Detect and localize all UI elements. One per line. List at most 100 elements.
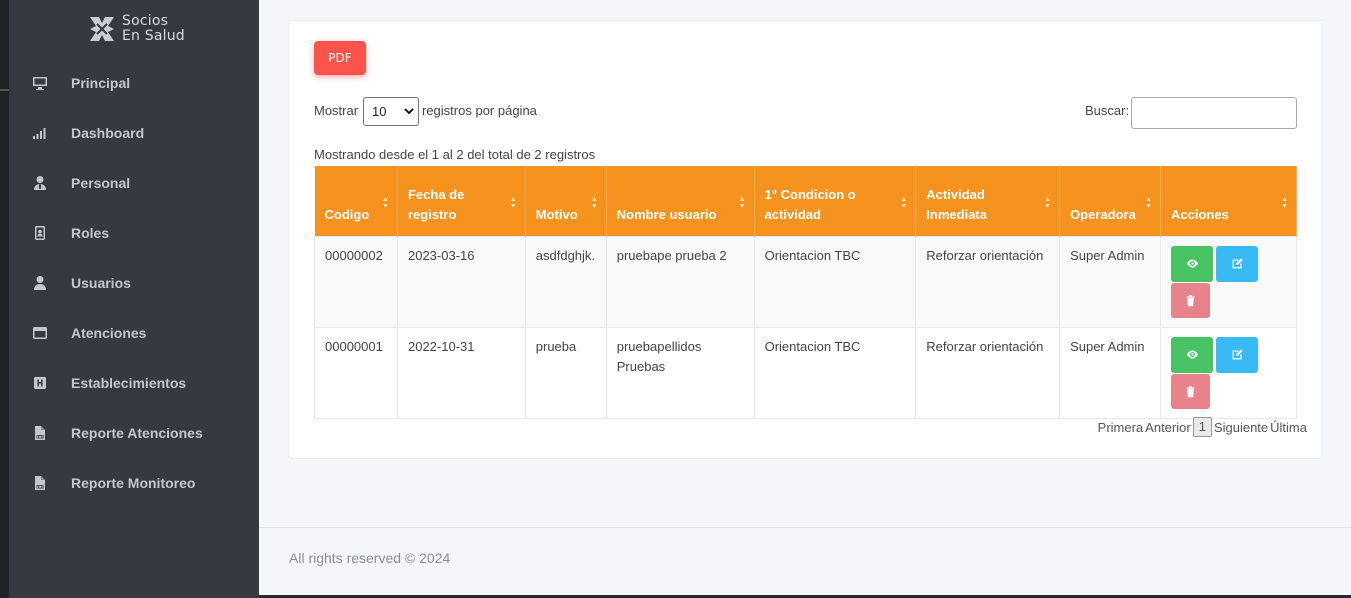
sort-icon: ▲ ▼ [590,196,598,210]
cell-actividad: Reforzar orientación [915,235,1061,328]
sidebar-item-label: Principal [71,75,131,91]
brand-logo-icon [90,17,114,41]
col-header-label: Nombre usuario [616,206,717,222]
user-icon [31,274,49,292]
desktop-icon [31,74,49,92]
table-info: Mostrando desde el 1 al 2 del total de 2… [314,147,596,162]
sidebar-item-dashboard[interactable]: Dashboard [9,113,259,153]
sidebar-item-label: Reporte Monitoreo [71,475,196,491]
cell-condicion: Orientacion TBC [753,235,917,328]
window-icon [31,324,49,342]
col-header-label: Actividad Inmediata [926,186,987,222]
brand[interactable]: Socios En Salud [88,11,208,47]
sidebar-item-label: Roles [71,225,110,241]
length-suffix-label: registros por página [422,103,537,118]
sort-icon: ▲ ▼ [1281,196,1288,210]
sidebar-item-personal[interactable]: Personal [9,163,259,203]
sort-icon: ▲ ▼ [382,196,389,210]
sidebar-item-reporte-monitoreo[interactable]: Reporte Monitoreo [9,463,259,503]
delete-button[interactable] [1171,282,1210,318]
delete-button[interactable] [1171,373,1210,409]
sort-icon: ▲ ▼ [738,196,746,210]
signal-icon [31,124,49,142]
cell-nombre: pruebapellidos Pruebas [605,326,755,419]
table-header-row: Codigo ▲ ▼ Fecha de registro ▲ ▼ Motivo ▲ ▼ No… [314,166,1297,236]
col-header-codigo[interactable]: Codigo ▲ ▼ [314,166,398,236]
brand-text: Socios En Salud [122,14,185,44]
col-header-condicion[interactable]: 1° Condicion o actividad ▲ ▼ [754,166,917,236]
file-pdf-icon [31,474,49,492]
cell-acciones [1160,235,1297,328]
col-header-nombre[interactable]: Nombre usuario ▲ ▼ [606,166,755,236]
sidebar-item-roles[interactable]: Roles [9,213,259,253]
page-length-value: 10 [372,104,387,119]
cell-actividad: Reforzar orientación [915,326,1061,419]
chevron-down-icon [404,108,414,115]
pagination: Primera Anterior 1 Siguiente Última [1097,417,1308,437]
sidebar-item-principal[interactable]: Principal [9,63,259,103]
col-header-label: Operadora [1070,206,1136,222]
cell-motivo: prueba [524,326,607,419]
sort-icon: ▲ ▼ [509,196,517,210]
footer-divider [259,527,1351,528]
view-button[interactable] [1171,336,1213,373]
sidebar-item-label: Establecimientos [71,375,187,391]
brand-line2: En Salud [122,28,185,44]
row-actions [1171,245,1271,318]
cell-condicion: Orientacion TBC [753,326,917,419]
hospital-icon [31,374,49,392]
sidebar-item-label: Dashboard [71,125,145,141]
trash-icon [1186,385,1195,397]
id-badge-icon [31,224,49,242]
pdf-export-button[interactable]: PDF [314,41,366,75]
col-header-label: 1° Condicion o actividad [764,186,856,222]
search-label: Buscar: [1085,103,1130,118]
sidebar-item-atenciones[interactable]: Atenciones [9,313,259,353]
main-card: PDF Mostrar 10 registros por página Busc… [289,21,1322,458]
sidebar-item-reporte-atenciones[interactable]: Reporte Atenciones [9,413,259,453]
edit-icon [1232,349,1243,360]
pager-last[interactable]: Última [1270,420,1307,435]
sidebar-item-establecimientos[interactable]: Establecimientos [9,363,259,403]
trash-icon [1186,294,1195,306]
col-header-label: Fecha de registro [407,186,465,222]
col-header-actividad[interactable]: Actividad Inmediata ▲ ▼ [915,166,1061,236]
page-length-select[interactable]: 10 [363,97,419,126]
pager-first[interactable]: Primera [1098,420,1144,435]
search-input[interactable] [1131,97,1297,129]
col-header-operadora[interactable]: Operadora ▲ ▼ [1059,166,1161,236]
brand-line1: Socios [122,13,169,29]
sort-icon: ▲ ▼ [1044,196,1052,210]
col-header-fecha[interactable]: Fecha de registro ▲ ▼ [397,166,526,236]
records-table: Codigo ▲ ▼ Fecha de registro ▲ ▼ Motivo ▲ ▼ No… [314,166,1297,419]
edit-button[interactable] [1216,245,1258,282]
col-header-label: Acciones [1171,206,1229,222]
col-header-acciones[interactable]: Acciones ▲ ▼ [1160,166,1297,236]
pager-next[interactable]: Siguiente [1214,420,1268,435]
pager-current-page[interactable]: 1 [1192,417,1212,437]
pager-prev[interactable]: Anterior [1145,420,1191,435]
cell-operadora: Super Admin [1059,326,1161,419]
col-header-motivo[interactable]: Motivo ▲ ▼ [525,166,607,236]
sidebar-item-usuarios[interactable]: Usuarios [9,263,259,303]
sidebar-item-label: Atenciones [71,325,147,341]
sort-icon: ▲ ▼ [1145,196,1152,210]
edit-button[interactable] [1216,336,1258,373]
cell-fecha: 2022-10-31 [396,326,526,419]
col-header-label: Codigo [324,206,370,222]
eye-icon [1186,259,1198,268]
view-button[interactable] [1171,245,1213,282]
sidebar: Socios En Salud Principal Dashboard Pers… [9,0,259,598]
col-header-label: Motivo [535,206,578,222]
cell-operadora: Super Admin [1059,235,1161,328]
cell-motivo: asdfdghjk. [524,235,607,328]
cell-fecha: 2023-03-16 [396,235,526,328]
sort-icon: ▲ ▼ [900,196,908,210]
length-prefix-label: Mostrar [314,103,359,118]
edit-icon [1232,258,1243,269]
edge-mark [0,89,9,91]
row-actions [1171,336,1271,409]
footer-text: All rights reserved © 2024 [289,550,451,566]
file-pdf-icon [31,424,49,442]
eye-icon [1186,350,1198,359]
